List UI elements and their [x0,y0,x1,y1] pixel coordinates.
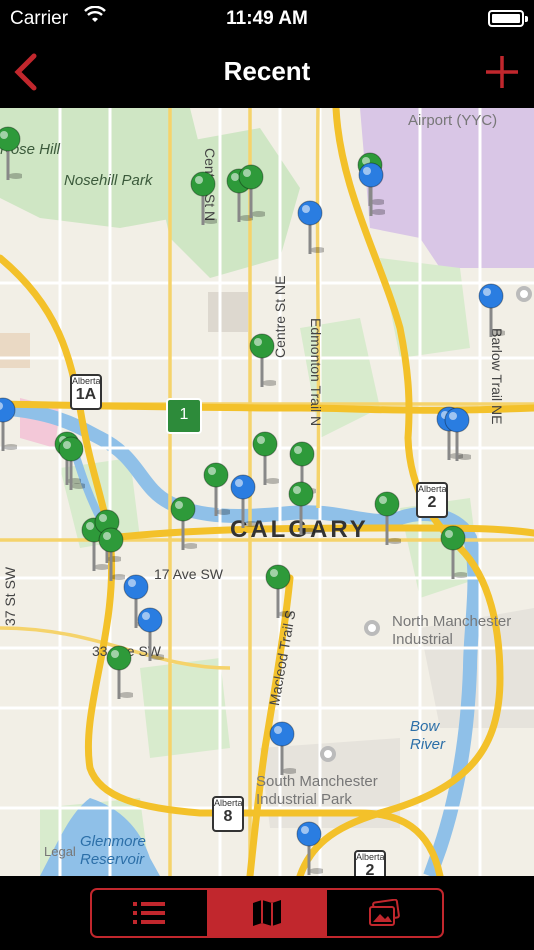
list-icon [132,902,165,924]
label-glenmore: Glenmore Reservoir [80,833,146,868]
map-pin-green[interactable] [287,481,317,537]
battery-icon [488,10,528,27]
label-37-st: 37 St SW [2,566,18,626]
label-south-manchester: South Manchester Industrial Park [256,773,378,808]
label-edmonton-trail: Edmonton Trail N [308,318,324,427]
map-pin-green[interactable] [97,527,127,583]
legal-link[interactable]: Legal [44,844,76,859]
map-pin-green[interactable] [373,491,403,547]
highway-shield-8: Alberta 8 [212,796,244,832]
view-segmented-control [90,888,444,938]
navigation-bar: Recent [0,38,534,108]
plus-icon [486,56,518,88]
tab-bar [0,876,534,950]
status-bar: Carrier 11:49 AM [0,0,534,38]
map-pin-green[interactable] [0,126,24,182]
map-pin-blue[interactable] [443,407,473,463]
page-title: Recent [223,56,311,86]
map-pin-green[interactable] [57,436,87,492]
highway-shield-1a: Alberta 1A [70,374,102,410]
list-view-tab[interactable] [92,890,207,936]
map-icon [252,900,281,926]
poi-marker[interactable] [364,620,380,636]
clock: 11:49 AM [226,8,308,29]
map-pin-green[interactable] [105,645,135,701]
highway-shield-2-south: Alberta 2 [354,850,386,876]
add-button[interactable] [482,52,522,92]
map-pin-green[interactable] [169,496,199,552]
map-view-tab[interactable] [207,890,325,936]
trans-canada-shield: 1 [166,398,202,434]
label-nosehill-park: Nosehill Park [64,172,153,189]
map-pin-blue[interactable] [477,283,507,339]
label-17-ave: 17 Ave SW [154,566,224,582]
label-airport: Airport (YYC) [408,112,498,129]
label-north-manchester: North Manchester Industrial [392,613,512,648]
highway-shield-2: Alberta 2 [416,482,448,518]
map-pin-green[interactable] [439,525,469,581]
photos-icon [369,899,401,926]
map-pin-blue[interactable] [296,200,326,256]
map-pin-green[interactable] [264,564,294,620]
map-pin-blue[interactable] [268,721,298,777]
label-barlow-trail: Barlow Trail NE [489,328,505,425]
map-pin-green[interactable] [202,462,232,518]
label-bow-river: Bow River [410,718,446,753]
poi-marker[interactable] [320,746,336,762]
map-pin-blue[interactable] [229,474,259,530]
map-pin-blue[interactable] [357,162,387,218]
map-pin-blue[interactable] [295,821,325,876]
map-view[interactable]: Airport (YYC) Nose Hill Nosehill Park Ce… [0,108,534,876]
map-pin-blue[interactable] [0,397,19,453]
map-pin-blue[interactable] [136,607,166,663]
poi-marker[interactable] [516,286,532,302]
photos-view-tab[interactable] [324,890,442,936]
map-pin-green[interactable] [189,171,219,227]
map-pin-green[interactable] [237,164,267,220]
map-pin-green[interactable] [248,333,278,389]
